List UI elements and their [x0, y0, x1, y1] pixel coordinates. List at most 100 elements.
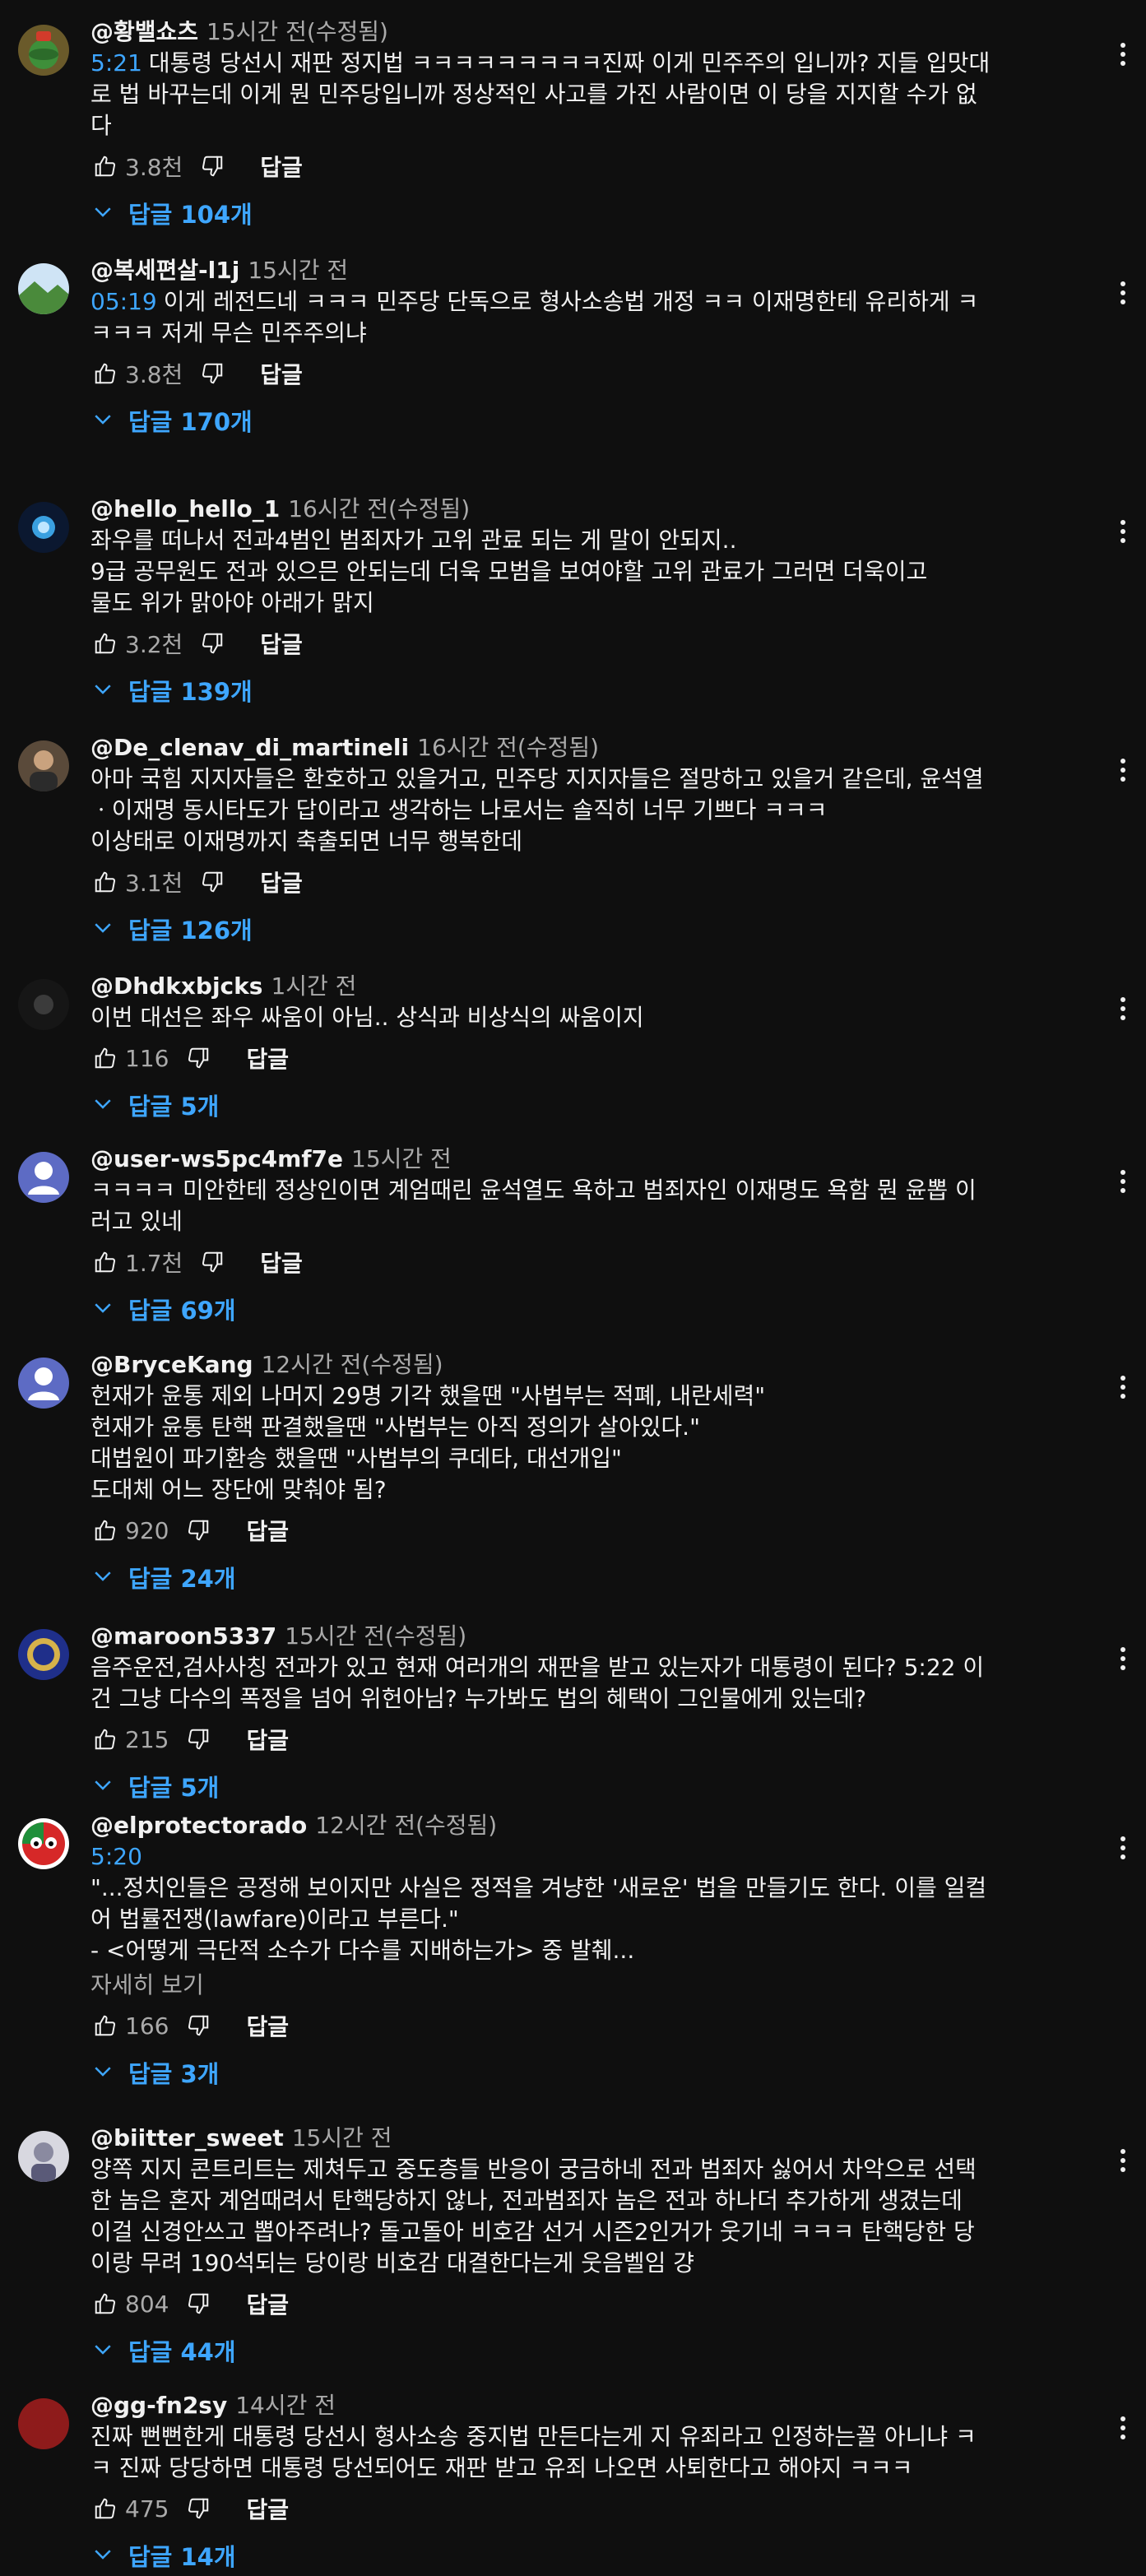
- view-replies-button[interactable]: 답글 170개: [90, 400, 1088, 441]
- like-icon[interactable]: [90, 629, 120, 658]
- show-more-link[interactable]: 자세히 보기: [90, 1970, 1088, 2001]
- avatar[interactable]: [18, 1152, 69, 1203]
- chevron-down-icon: [90, 1295, 118, 1323]
- avatar[interactable]: [18, 1629, 69, 1680]
- comment-line-text: ㅋㅋㅋ 저게 무슨 민주주의냐: [90, 319, 367, 346]
- like-count: 1.7천: [125, 1250, 183, 1277]
- more-options-icon[interactable]: [1111, 1831, 1135, 1864]
- comment-author[interactable]: @Dhdkxbjcks: [90, 972, 262, 1000]
- comment-timestamp[interactable]: 1시간 전: [271, 972, 356, 1000]
- reply-button[interactable]: 답글: [246, 1514, 289, 1547]
- more-options-icon[interactable]: [1111, 754, 1135, 787]
- comment-text: 5:21 대통령 당선시 재판 정지법 ㅋㅋㅋㅋㅋㅋㅋㅋㅋ진짜 이게 민주주의 입…: [90, 48, 1088, 142]
- view-replies-button[interactable]: 답글 14개: [90, 2535, 1088, 2576]
- more-options-icon[interactable]: [1111, 1371, 1135, 1404]
- video-timestamp-link[interactable]: 5:20: [90, 1843, 142, 1870]
- comment-text: 헌재가 윤통 제외 나머지 29명 기각 했을땐 "사법부는 적폐, 내란세력"…: [90, 1381, 1088, 1506]
- reply-button[interactable]: 답글: [260, 866, 303, 898]
- comment-timestamp[interactable]: 14시간 전: [235, 2392, 336, 2419]
- like-icon[interactable]: [90, 1724, 120, 1754]
- view-replies-button[interactable]: 답글 5개: [90, 1766, 1088, 1807]
- view-replies-button[interactable]: 답글 5개: [90, 1084, 1088, 1126]
- like-icon[interactable]: [90, 867, 120, 897]
- more-options-icon[interactable]: [1111, 276, 1135, 309]
- comment-timestamp[interactable]: 16시간 전(수정됨): [288, 495, 470, 522]
- reply-button[interactable]: 답글: [260, 357, 303, 390]
- comment-line: 이랑 무려 190석되는 당이랑 비호감 대결한다는게 웃음벨임 걍: [90, 2248, 1088, 2279]
- comment-author[interactable]: @maroon5337: [90, 1622, 276, 1650]
- more-options-icon[interactable]: [1111, 38, 1135, 71]
- avatar[interactable]: [18, 1358, 69, 1409]
- comment-author[interactable]: @biitter_sweet: [90, 2124, 284, 2151]
- more-options-icon[interactable]: [1111, 2144, 1135, 2177]
- like-icon[interactable]: [90, 1515, 120, 1545]
- like-icon[interactable]: [90, 151, 120, 181]
- comment-author[interactable]: @De_clenav_di_martineli: [90, 734, 409, 761]
- dislike-icon[interactable]: [183, 2289, 213, 2318]
- more-options-icon[interactable]: [1111, 515, 1135, 548]
- comment-line-text: 다: [90, 112, 112, 139]
- comment-author[interactable]: @elprotectorado: [90, 1812, 307, 1839]
- view-replies-button[interactable]: 답글 69개: [90, 1288, 1088, 1330]
- view-replies-button[interactable]: 답글 104개: [90, 193, 1088, 234]
- dislike-icon[interactable]: [197, 867, 227, 897]
- comment-author[interactable]: @hello_hello_1: [90, 495, 280, 522]
- view-replies-button[interactable]: 답글 44개: [90, 2330, 1088, 2371]
- reply-button[interactable]: 답글: [246, 2492, 289, 2525]
- dislike-icon[interactable]: [183, 2011, 213, 2040]
- comment-timestamp[interactable]: 15시간 전: [292, 2124, 392, 2151]
- avatar[interactable]: [18, 25, 69, 76]
- dislike-icon[interactable]: [183, 1043, 213, 1073]
- dislike-icon[interactable]: [197, 359, 227, 388]
- reply-button[interactable]: 답글: [246, 2287, 289, 2320]
- view-replies-button[interactable]: 답글 24개: [90, 1557, 1088, 1598]
- comment-timestamp[interactable]: 15시간 전(수정됨): [285, 1622, 466, 1650]
- dislike-icon[interactable]: [197, 629, 227, 658]
- dislike-icon[interactable]: [183, 1515, 213, 1545]
- comment-timestamp[interactable]: 15시간 전: [248, 257, 348, 284]
- avatar[interactable]: [18, 1818, 69, 1869]
- more-options-icon[interactable]: [1111, 992, 1135, 1025]
- reply-button[interactable]: 답글: [260, 1246, 303, 1279]
- reply-button[interactable]: 답글: [260, 150, 303, 183]
- comment-author[interactable]: @복세편살-l1j: [90, 257, 239, 284]
- view-replies-button[interactable]: 답글 3개: [90, 2052, 1088, 2093]
- reply-button[interactable]: 답글: [246, 1723, 289, 1756]
- comment-timestamp[interactable]: 15시간 전: [351, 1145, 452, 1172]
- more-options-icon[interactable]: [1111, 2411, 1135, 2444]
- avatar[interactable]: [18, 502, 69, 553]
- comment-author[interactable]: @user-ws5pc4mf7e: [90, 1145, 343, 1172]
- comment-author[interactable]: @황밸쇼츠: [90, 18, 198, 45]
- dislike-icon[interactable]: [183, 1724, 213, 1754]
- reply-button[interactable]: 답글: [246, 1042, 289, 1074]
- more-options-icon[interactable]: [1111, 1165, 1135, 1198]
- reply-button[interactable]: 답글: [246, 2009, 289, 2042]
- dislike-icon[interactable]: [197, 1247, 227, 1277]
- dislike-icon[interactable]: [197, 151, 227, 181]
- comment-author[interactable]: @BryceKang: [90, 1351, 253, 1378]
- like-icon[interactable]: [90, 2289, 120, 2318]
- avatar[interactable]: [18, 979, 69, 1030]
- avatar[interactable]: [18, 2398, 69, 2449]
- like-icon[interactable]: [90, 1247, 120, 1277]
- more-options-icon[interactable]: [1111, 1642, 1135, 1675]
- video-timestamp-link[interactable]: 05:19: [90, 288, 157, 315]
- comment-timestamp[interactable]: 12시간 전(수정됨): [262, 1351, 443, 1378]
- comment-timestamp[interactable]: 16시간 전(수정됨): [417, 734, 599, 761]
- like-icon[interactable]: [90, 359, 120, 388]
- comment-author[interactable]: @gg-fn2sy: [90, 2392, 227, 2419]
- avatar[interactable]: [18, 740, 69, 791]
- view-replies-button[interactable]: 답글 139개: [90, 670, 1088, 711]
- avatar[interactable]: [18, 2131, 69, 2182]
- like-icon[interactable]: [90, 1043, 120, 1073]
- reply-button[interactable]: 답글: [260, 627, 303, 660]
- view-replies-button[interactable]: 답글 126개: [90, 908, 1088, 949]
- like-icon[interactable]: [90, 2494, 120, 2523]
- video-timestamp-link[interactable]: 5:21: [90, 49, 142, 77]
- comment-line-text: 도대체 어느 장단에 맞춰야 됨?: [90, 1476, 387, 1503]
- avatar[interactable]: [18, 263, 69, 314]
- comment-timestamp[interactable]: 12시간 전(수정됨): [315, 1812, 497, 1839]
- like-icon[interactable]: [90, 2011, 120, 2040]
- comment-timestamp[interactable]: 15시간 전(수정됨): [206, 18, 388, 45]
- dislike-icon[interactable]: [183, 2494, 213, 2523]
